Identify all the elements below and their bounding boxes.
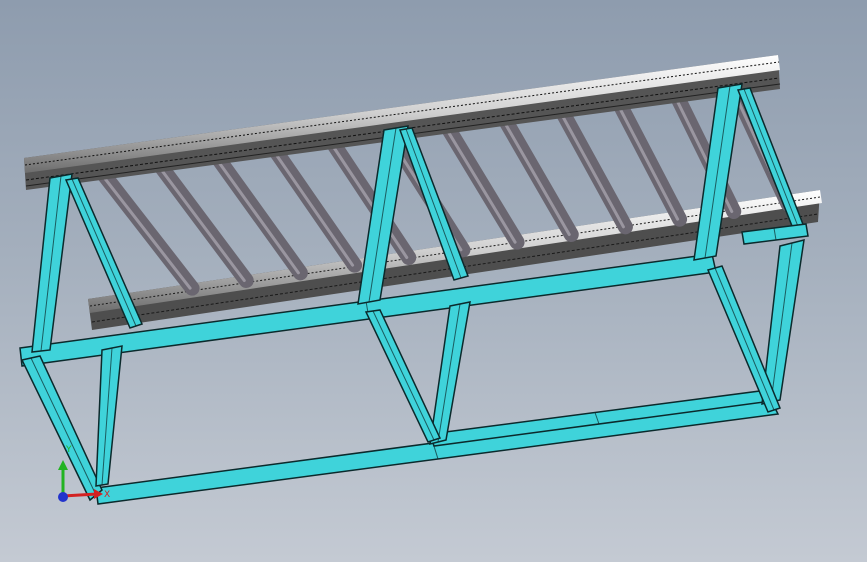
x-axis-icon: X [62,489,110,500]
y-axis-icon: Y [58,445,72,496]
z-axis-icon: Z [58,492,68,502]
axis-triad: Y X Z [58,445,110,502]
graphics-viewport[interactable]: Y X Z [0,0,867,562]
x-axis-label: X [104,490,110,500]
y-axis-label: Y [65,445,72,455]
